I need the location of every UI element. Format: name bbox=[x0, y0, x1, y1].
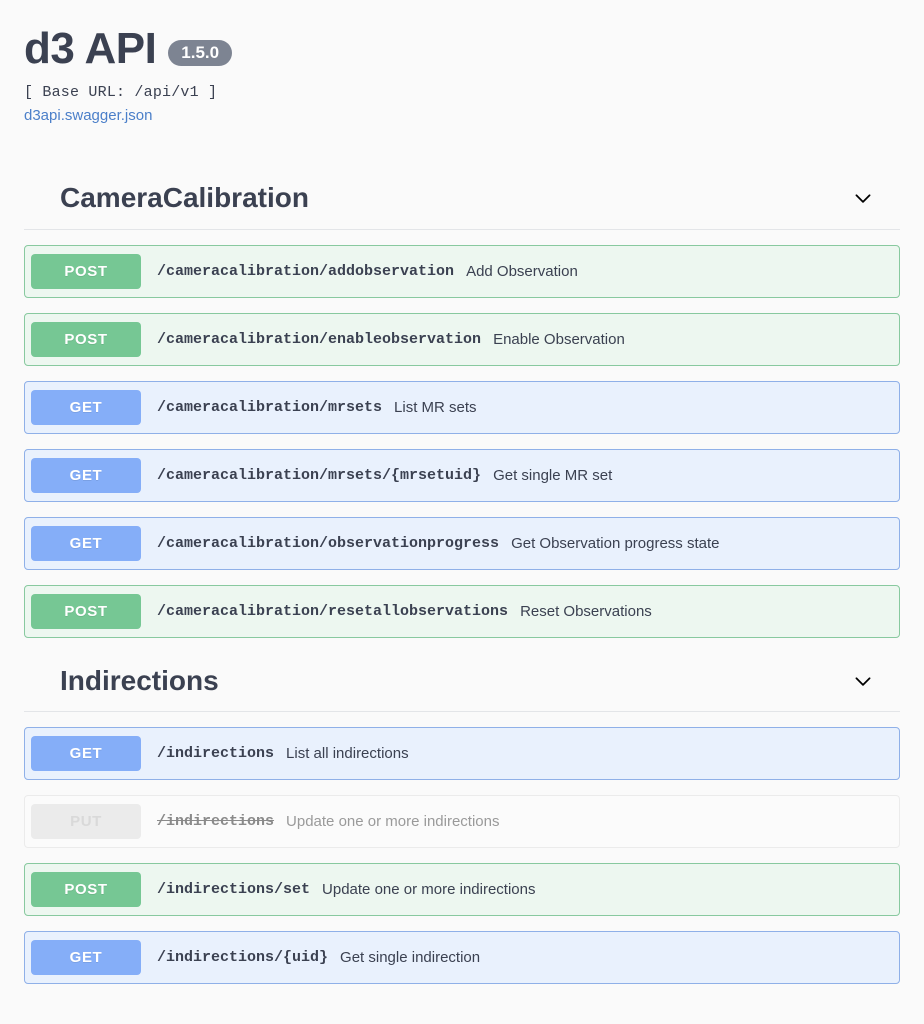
operation-summary: Get Observation progress state bbox=[511, 535, 719, 552]
operation-row-post-1[interactable]: POST /cameracalibration/enableobservatio… bbox=[24, 313, 900, 366]
operation-row-get-0[interactable]: GET /indirections List all indirections bbox=[24, 727, 900, 780]
operation-summary: Reset Observations bbox=[520, 603, 652, 620]
operation-row-post-2[interactable]: POST /indirections/set Update one or mor… bbox=[24, 863, 900, 916]
operations-list: POST /cameracalibration/addobservation A… bbox=[0, 245, 924, 638]
tag-sections: CameraCalibration POST /cameracalibratio… bbox=[0, 181, 924, 984]
operation-path: /cameracalibration/mrsets/{mrsetuid} bbox=[157, 467, 481, 484]
method-badge: GET bbox=[31, 736, 141, 771]
operation-path: /indirections/{uid} bbox=[157, 949, 328, 966]
tag-header[interactable]: Indirections bbox=[24, 664, 900, 713]
operation-row-get-3[interactable]: GET /indirections/{uid} Get single indir… bbox=[24, 931, 900, 984]
operation-summary: List all indirections bbox=[286, 745, 409, 762]
operation-row-get-2[interactable]: GET /cameracalibration/mrsets List MR se… bbox=[24, 381, 900, 434]
method-badge: PUT bbox=[31, 804, 141, 839]
operation-row-get-3[interactable]: GET /cameracalibration/mrsets/{mrsetuid}… bbox=[24, 449, 900, 502]
operation-row-put-1[interactable]: PUT /indirections Update one or more ind… bbox=[24, 795, 900, 848]
operation-summary: Update one or more indirections bbox=[286, 813, 499, 830]
method-badge: POST bbox=[31, 872, 141, 907]
method-badge: POST bbox=[31, 254, 141, 289]
tag-name: Indirections bbox=[60, 664, 219, 698]
operation-row-post-5[interactable]: POST /cameracalibration/resetallobservat… bbox=[24, 585, 900, 638]
method-badge: GET bbox=[31, 458, 141, 493]
operation-path: /cameracalibration/resetallobservations bbox=[157, 603, 508, 620]
api-info-header: d3 API 1.5.0 [ Base URL: /api/v1 ] d3api… bbox=[0, 0, 924, 125]
tag-section-indirections: Indirections GET /indirections List all … bbox=[0, 664, 924, 985]
version-badge: 1.5.0 bbox=[168, 40, 232, 66]
operation-summary: List MR sets bbox=[394, 399, 477, 416]
base-url-label: [ Base URL: /api/v1 ] bbox=[24, 84, 900, 101]
operation-row-get-4[interactable]: GET /cameracalibration/observationprogre… bbox=[24, 517, 900, 570]
operation-path: /cameracalibration/mrsets bbox=[157, 399, 382, 416]
operation-path: /cameracalibration/addobservation bbox=[157, 263, 454, 280]
operation-path: /cameracalibration/enableobservation bbox=[157, 331, 481, 348]
method-badge: GET bbox=[31, 390, 141, 425]
method-badge: GET bbox=[31, 526, 141, 561]
operation-summary: Update one or more indirections bbox=[322, 881, 535, 898]
operation-summary: Enable Observation bbox=[493, 331, 625, 348]
api-title-row: d3 API 1.5.0 bbox=[24, 26, 900, 72]
method-badge: POST bbox=[31, 594, 141, 629]
swagger-spec-link[interactable]: d3api.swagger.json bbox=[24, 107, 152, 124]
chevron-down-icon[interactable] bbox=[852, 670, 874, 692]
operation-summary: Get single MR set bbox=[493, 467, 612, 484]
operation-path: /indirections bbox=[157, 813, 274, 830]
method-badge: POST bbox=[31, 322, 141, 357]
tag-name: CameraCalibration bbox=[60, 181, 309, 215]
method-badge: GET bbox=[31, 940, 141, 975]
operation-path: /indirections/set bbox=[157, 881, 310, 898]
operations-list: GET /indirections List all indirections … bbox=[0, 727, 924, 984]
tag-header[interactable]: CameraCalibration bbox=[24, 181, 900, 230]
operation-summary: Get single indirection bbox=[340, 949, 480, 966]
chevron-down-icon[interactable] bbox=[852, 187, 874, 209]
operation-summary: Add Observation bbox=[466, 263, 578, 280]
swagger-ui-page: d3 API 1.5.0 [ Base URL: /api/v1 ] d3api… bbox=[0, 0, 924, 984]
tag-section-cameracalibration: CameraCalibration POST /cameracalibratio… bbox=[0, 181, 924, 638]
page-title: d3 API bbox=[24, 26, 156, 72]
operation-path: /indirections bbox=[157, 745, 274, 762]
operation-path: /cameracalibration/observationprogress bbox=[157, 535, 499, 552]
operation-row-post-0[interactable]: POST /cameracalibration/addobservation A… bbox=[24, 245, 900, 298]
